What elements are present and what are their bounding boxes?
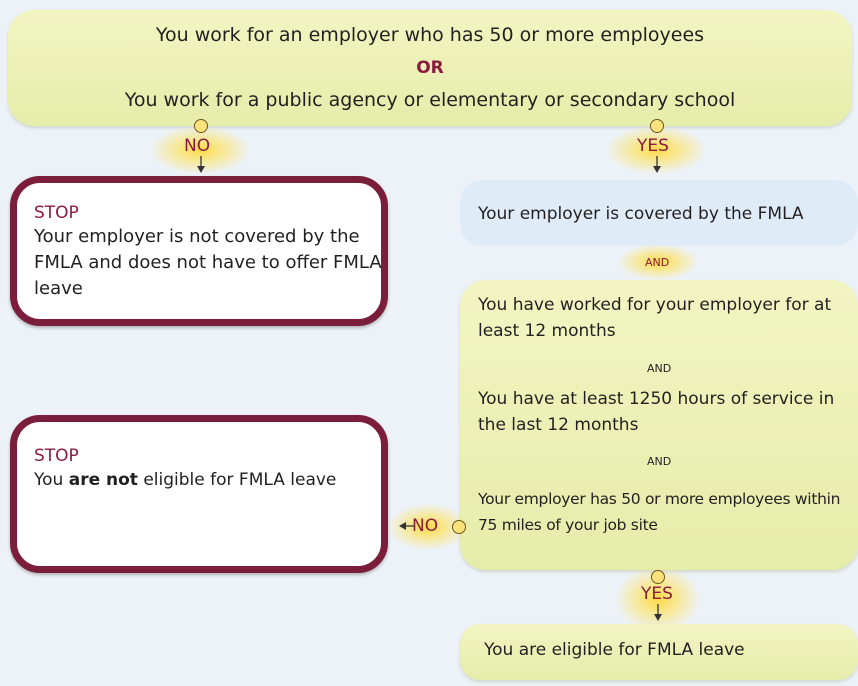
no-top-connector-icon [194, 119, 208, 133]
no-mid-label: NO [412, 516, 439, 536]
no-top-arrow-icon [197, 156, 205, 173]
top-condition-box: You work for an employer who has 50 or m… [8, 10, 852, 126]
yes-top-arrow-icon [653, 156, 661, 173]
eligible-text: You are eligible for FMLA leave [484, 640, 745, 660]
criterion-hours: You have at least 1250 hours of service … [478, 389, 835, 435]
yes-bottom-label: YES [641, 584, 673, 604]
yes-top-connector-icon [650, 119, 664, 133]
yes-top-label: YES [637, 136, 669, 156]
stop-not-eligible-text: You are not eligible for FMLA leave [34, 467, 381, 493]
stop-not-covered-box: STOP Your employer is not covered by the… [10, 176, 388, 326]
no-top-label: NO [184, 136, 211, 156]
yes-bottom-connector-icon [651, 570, 665, 584]
employer-covered-text: Your employer is covered by the FMLA [478, 204, 804, 224]
employer-covered-box: Your employer is covered by the FMLA [460, 180, 858, 246]
stop-not-eligible-title: STOP [34, 446, 79, 466]
stop-not-eligible-box: STOP You are not eligible for FMLA leave [10, 415, 388, 573]
eligible-box: You are eligible for FMLA leave [460, 624, 858, 680]
stop-not-covered-text: Your employer is not covered by the FMLA… [34, 226, 382, 299]
and-1-label: AND [645, 256, 670, 269]
eligibility-criteria-box: You have worked for your employer for at… [460, 280, 858, 570]
and-3-label: AND [647, 455, 672, 468]
yes-bottom-arrow-icon [654, 604, 662, 621]
top-condition-line1: You work for an employer who has 50 or m… [155, 24, 705, 46]
stop-not-covered-title: STOP [34, 203, 79, 223]
no-mid-connector-icon [452, 520, 466, 534]
criterion-months: You have worked for your employer for at… [478, 295, 832, 341]
stop-not-eligible-text-pre: You [34, 470, 69, 490]
and-2-label: AND [647, 362, 672, 375]
stop-not-eligible-text-bold: are not [68, 470, 138, 490]
criterion-employees: Your employer has 50 or more employees w… [478, 490, 841, 534]
top-condition-or: OR [416, 58, 444, 78]
stop-not-eligible-text-post: eligible for FMLA leave [137, 470, 337, 490]
top-condition-line2: You work for a public agency or elementa… [124, 89, 736, 111]
